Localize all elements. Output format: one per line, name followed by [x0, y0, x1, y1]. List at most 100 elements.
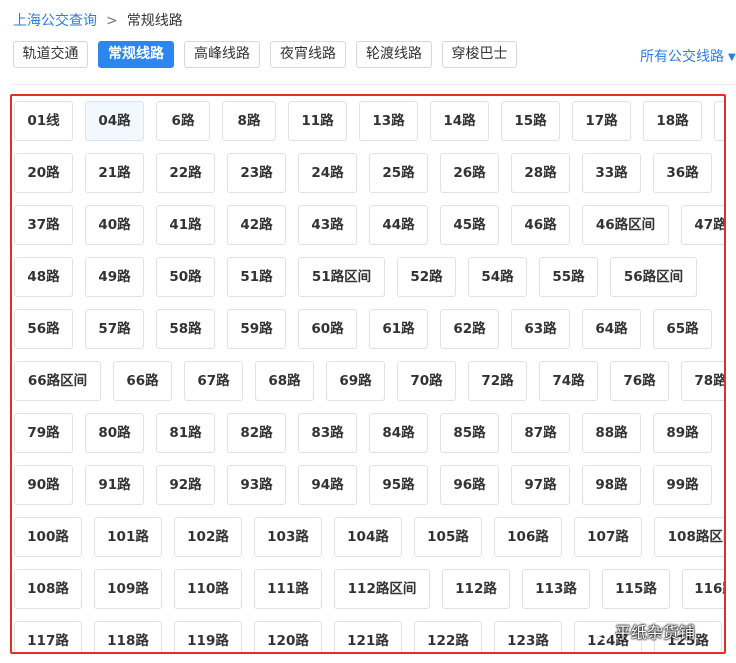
tab-rail-transit[interactable]: 轨道交通 [13, 41, 88, 68]
route-button[interactable]: 22路 [156, 153, 215, 193]
route-button[interactable]: 49路 [85, 257, 144, 297]
tab-regular-lines[interactable]: 常规线路 [98, 41, 174, 68]
route-button[interactable]: 79路 [14, 413, 73, 453]
route-button[interactable]: 115路 [602, 569, 670, 609]
route-button[interactable]: 121路 [334, 621, 402, 652]
route-button[interactable]: 60路 [298, 309, 357, 349]
tab-night-lines[interactable]: 夜宵线路 [270, 41, 346, 68]
tab-ferry-lines[interactable]: 轮渡线路 [356, 41, 432, 68]
route-button[interactable]: 105路 [414, 517, 482, 557]
route-button[interactable]: 100路 [14, 517, 82, 557]
route-button[interactable]: 66路区间 [14, 361, 101, 401]
route-button[interactable]: 123路 [494, 621, 562, 652]
route-button[interactable]: 99路 [653, 465, 712, 505]
route-button[interactable]: 46路 [511, 205, 570, 245]
tab-shuttle-bus[interactable]: 穿梭巴士 [442, 41, 517, 68]
route-button[interactable]: 14路 [430, 101, 489, 141]
route-button[interactable]: 112路 [442, 569, 510, 609]
route-button[interactable]: 108路区间 [654, 517, 724, 557]
route-button[interactable]: 40路 [85, 205, 144, 245]
route-button[interactable]: 117路 [14, 621, 82, 652]
route-button[interactable]: 112路区间 [334, 569, 430, 609]
route-button[interactable]: 6路 [156, 101, 210, 141]
route-button[interactable]: 108路 [14, 569, 82, 609]
route-button[interactable]: 28路 [511, 153, 570, 193]
route-button[interactable]: 57路 [85, 309, 144, 349]
route-button[interactable]: 116路B线 [682, 569, 724, 609]
route-button[interactable]: 109路 [94, 569, 162, 609]
all-routes-dropdown[interactable]: 所有公交线路 ▼ [640, 46, 736, 66]
route-button[interactable]: 42路 [227, 205, 286, 245]
route-button[interactable]: 65路 [653, 309, 712, 349]
route-button[interactable]: 44路 [369, 205, 428, 245]
route-button[interactable]: 78路 [681, 361, 724, 401]
route-button[interactable]: 23路 [227, 153, 286, 193]
route-button[interactable]: 106路 [494, 517, 562, 557]
route-button[interactable]: 107路 [574, 517, 642, 557]
route-button[interactable]: 46路区间 [582, 205, 669, 245]
route-button[interactable]: 84路 [369, 413, 428, 453]
route-button[interactable]: 113路 [522, 569, 590, 609]
route-button[interactable]: 48路 [14, 257, 73, 297]
route-button[interactable]: 01线 [14, 101, 73, 141]
route-button[interactable]: 62路 [440, 309, 499, 349]
breadcrumb-home-link[interactable]: 上海公交查询 [13, 13, 97, 29]
route-button[interactable]: 20路 [14, 153, 73, 193]
route-button[interactable]: 55路 [539, 257, 598, 297]
route-button[interactable]: 61路 [369, 309, 428, 349]
route-button[interactable]: 37路 [14, 205, 73, 245]
route-button[interactable]: 51路区间 [298, 257, 385, 297]
route-button[interactable]: 97路 [511, 465, 570, 505]
route-button[interactable]: 82路 [227, 413, 286, 453]
route-button[interactable]: 69路 [326, 361, 385, 401]
route-button[interactable]: 41路 [156, 205, 215, 245]
route-button[interactable]: 18路 [643, 101, 702, 141]
route-button[interactable]: 04路 [85, 101, 144, 141]
route-button[interactable]: 56路区间 [610, 257, 697, 297]
route-button[interactable]: 26路 [440, 153, 499, 193]
route-button[interactable]: 92路 [156, 465, 215, 505]
route-button[interactable]: 56路 [14, 309, 73, 349]
route-button[interactable]: 122路 [414, 621, 482, 652]
route-button[interactable]: 19路 [714, 101, 724, 141]
tab-peak-lines[interactable]: 高峰线路 [184, 41, 260, 68]
route-button[interactable]: 58路 [156, 309, 215, 349]
route-button[interactable]: 15路 [501, 101, 560, 141]
route-button[interactable]: 89路 [653, 413, 712, 453]
route-button[interactable]: 98路 [582, 465, 641, 505]
route-button[interactable]: 45路 [440, 205, 499, 245]
route-button[interactable]: 96路 [440, 465, 499, 505]
route-button[interactable]: 80路 [85, 413, 144, 453]
route-button[interactable]: 52路 [397, 257, 456, 297]
route-button[interactable]: 68路 [255, 361, 314, 401]
route-button[interactable]: 101路 [94, 517, 162, 557]
route-button[interactable]: 110路 [174, 569, 242, 609]
route-button[interactable]: 43路 [298, 205, 357, 245]
route-button[interactable]: 13路 [359, 101, 418, 141]
route-button[interactable]: 47路 [681, 205, 724, 245]
route-button[interactable]: 8路 [222, 101, 276, 141]
route-button[interactable]: 63路 [511, 309, 570, 349]
route-button[interactable]: 94路 [298, 465, 357, 505]
route-button[interactable]: 93路 [227, 465, 286, 505]
route-button[interactable]: 91路 [85, 465, 144, 505]
route-button[interactable]: 33路 [582, 153, 641, 193]
route-button[interactable]: 76路 [610, 361, 669, 401]
route-button[interactable]: 87路 [511, 413, 570, 453]
route-button[interactable]: 36路 [653, 153, 712, 193]
route-button[interactable]: 54路 [468, 257, 527, 297]
route-button[interactable]: 83路 [298, 413, 357, 453]
route-button[interactable]: 72路 [468, 361, 527, 401]
route-button[interactable]: 11路 [288, 101, 347, 141]
route-button[interactable]: 104路 [334, 517, 402, 557]
route-button[interactable]: 17路 [572, 101, 631, 141]
route-button[interactable]: 70路 [397, 361, 456, 401]
route-button[interactable]: 24路 [298, 153, 357, 193]
route-button[interactable]: 95路 [369, 465, 428, 505]
route-button[interactable]: 51路 [227, 257, 286, 297]
route-button[interactable]: 88路 [582, 413, 641, 453]
route-button[interactable]: 118路 [94, 621, 162, 652]
route-button[interactable]: 67路 [184, 361, 243, 401]
route-button[interactable]: 64路 [582, 309, 641, 349]
route-button[interactable]: 81路 [156, 413, 215, 453]
